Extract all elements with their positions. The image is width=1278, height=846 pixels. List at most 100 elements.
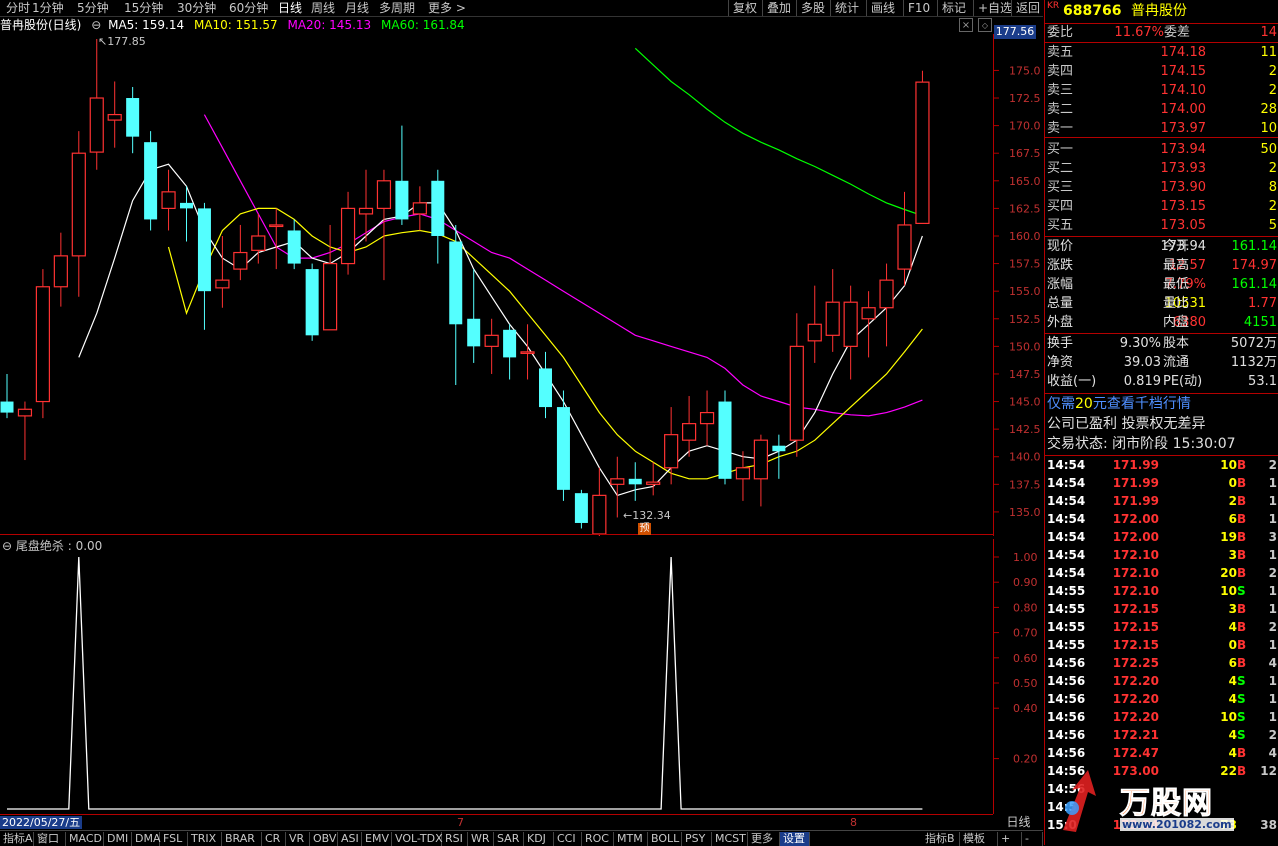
draw-line-button[interactable]: 画线 bbox=[866, 0, 900, 16]
indicator-chart[interactable]: 0.20 0.40 0.50 0.60 0.70 0.80 0.90 1.00 bbox=[0, 539, 1043, 814]
candle[interactable] bbox=[753, 434, 769, 507]
indicator-tab[interactable]: FSL bbox=[160, 832, 188, 846]
candle[interactable] bbox=[395, 125, 409, 225]
candle[interactable] bbox=[915, 70, 930, 225]
candle[interactable] bbox=[789, 313, 804, 457]
candle[interactable] bbox=[539, 351, 552, 419]
template-tab[interactable]: - bbox=[1022, 832, 1043, 846]
ask-level[interactable]: 卖五 174.18 11 bbox=[1045, 43, 1278, 62]
candle[interactable] bbox=[53, 232, 68, 307]
indicator-tab[interactable]: CR bbox=[262, 832, 286, 846]
candle[interactable] bbox=[718, 390, 732, 485]
overlay-button[interactable]: 叠加 bbox=[762, 0, 796, 16]
candle[interactable] bbox=[161, 169, 176, 231]
legend-settings-icon[interactable]: ⊖ bbox=[91, 18, 101, 32]
indicator-tab[interactable]: WR bbox=[468, 832, 494, 846]
indicator-tab[interactable]: 窗口 bbox=[34, 832, 66, 846]
indicator-tab[interactable]: BOLL bbox=[648, 832, 682, 846]
candle[interactable] bbox=[449, 224, 463, 385]
candle[interactable] bbox=[305, 263, 319, 341]
indicator-tab[interactable]: VOL-TDX bbox=[392, 832, 443, 846]
candle[interactable] bbox=[592, 467, 607, 536]
indicator-tab[interactable]: BRAR bbox=[222, 832, 262, 846]
bid-level[interactable]: 买四 173.15 2 bbox=[1045, 197, 1278, 216]
indicator-tab[interactable]: ASI bbox=[338, 832, 362, 846]
indicator-tab[interactable]: MTM bbox=[614, 832, 648, 846]
candle[interactable] bbox=[89, 38, 104, 170]
period-tab-fenshi[interactable]: 分时 bbox=[6, 0, 30, 16]
indicator-tab[interactable]: ROC bbox=[582, 832, 614, 846]
period-tab-weekly[interactable]: 周线 bbox=[311, 0, 335, 16]
period-tab-60min[interactable]: 60分钟 bbox=[229, 0, 268, 16]
candle[interactable] bbox=[107, 81, 122, 148]
candle[interactable] bbox=[180, 186, 193, 242]
candle[interactable] bbox=[340, 191, 356, 275]
f10-button[interactable]: F10 bbox=[903, 0, 935, 16]
candle[interactable] bbox=[574, 489, 588, 529]
candle[interactable] bbox=[503, 324, 517, 380]
candle[interactable] bbox=[233, 224, 248, 281]
indicator-tab[interactable]: 指标A bbox=[0, 832, 34, 846]
period-tab-5min[interactable]: 5分钟 bbox=[77, 0, 109, 16]
candle[interactable] bbox=[358, 169, 374, 242]
kline-chart[interactable]: 135.0 137.5 140.0 142.5 145.0 147.5 150.0 152.5… bbox=[0, 34, 1043, 536]
template-tab[interactable]: + bbox=[998, 832, 1022, 846]
candle[interactable] bbox=[772, 434, 786, 479]
indicator-tab[interactable]: 设置 bbox=[780, 832, 810, 846]
candle[interactable] bbox=[144, 131, 158, 231]
indicator-tab[interactable]: DMI bbox=[104, 832, 132, 846]
period-tab-15min[interactable]: 15分钟 bbox=[124, 0, 163, 16]
back-button[interactable]: 返回 bbox=[1011, 0, 1043, 16]
candle[interactable] bbox=[681, 396, 697, 457]
indicator-tab[interactable]: RSI bbox=[442, 832, 468, 846]
candle[interactable] bbox=[699, 390, 715, 446]
candle[interactable] bbox=[556, 390, 570, 501]
period-tab-daily[interactable]: 日线 bbox=[278, 0, 302, 16]
candle[interactable] bbox=[825, 269, 840, 352]
add-watchlist-button[interactable]: +自选 bbox=[973, 0, 1012, 16]
candle[interactable] bbox=[197, 202, 211, 330]
indicator-tab[interactable]: VR bbox=[286, 832, 310, 846]
period-tab-multi[interactable]: 多周期 bbox=[379, 0, 415, 16]
multi-stock-button[interactable]: 多股 bbox=[796, 0, 830, 16]
mark-button[interactable]: 标记 bbox=[937, 0, 971, 16]
bid-level[interactable]: 买五 173.05 5 bbox=[1045, 216, 1278, 235]
indicator-tab[interactable]: DMA bbox=[132, 832, 161, 846]
indicator-tab[interactable]: 更多 bbox=[748, 832, 780, 846]
indicator-tab[interactable]: SAR bbox=[494, 832, 524, 846]
pre-badge[interactable]: 预 bbox=[638, 523, 651, 535]
indicator-tab[interactable]: TRIX bbox=[188, 832, 222, 846]
candle[interactable] bbox=[431, 169, 445, 264]
candle[interactable] bbox=[215, 235, 230, 308]
period-tab-1min[interactable]: 1分钟 bbox=[32, 0, 64, 16]
indicator-tab[interactable]: PSY bbox=[682, 832, 712, 846]
period-tab-monthly[interactable]: 月线 bbox=[345, 0, 369, 16]
candle[interactable] bbox=[467, 269, 481, 363]
candle[interactable] bbox=[879, 263, 894, 347]
promo-link[interactable]: 仅需20元查看千档行情 bbox=[1045, 395, 1278, 414]
candle[interactable] bbox=[735, 451, 751, 501]
indicator-tab[interactable]: OBV bbox=[310, 832, 338, 846]
template-tab[interactable]: 指标B bbox=[922, 832, 960, 846]
candle[interactable] bbox=[484, 318, 499, 374]
candle[interactable] bbox=[807, 285, 822, 363]
indicator-tab[interactable]: EMV bbox=[362, 832, 392, 846]
indicator-tab[interactable]: CCI bbox=[554, 832, 582, 846]
candle[interactable] bbox=[646, 462, 661, 496]
bid-level[interactable]: 买一 173.94 50 bbox=[1045, 140, 1278, 159]
ask-level[interactable]: 卖一 173.97 10 bbox=[1045, 119, 1278, 138]
template-tab[interactable]: 模板 bbox=[960, 832, 998, 846]
indicator-tab[interactable]: KDJ bbox=[524, 832, 554, 846]
close-icon[interactable]: × bbox=[959, 18, 973, 32]
candle[interactable] bbox=[412, 186, 427, 231]
indicator-tab[interactable]: MCST bbox=[712, 832, 748, 846]
ask-level[interactable]: 卖二 174.00 28 bbox=[1045, 100, 1278, 119]
candle[interactable] bbox=[126, 86, 140, 154]
ask-level[interactable]: 卖三 174.10 2 bbox=[1045, 81, 1278, 100]
candle[interactable] bbox=[71, 131, 86, 297]
indicator-tab[interactable]: MACD bbox=[66, 832, 104, 846]
bid-level[interactable]: 买三 173.90 8 bbox=[1045, 178, 1278, 197]
statistics-button[interactable]: 统计 bbox=[830, 0, 864, 16]
candle[interactable] bbox=[861, 291, 876, 358]
expand-icon[interactable]: ◇ bbox=[978, 18, 992, 32]
